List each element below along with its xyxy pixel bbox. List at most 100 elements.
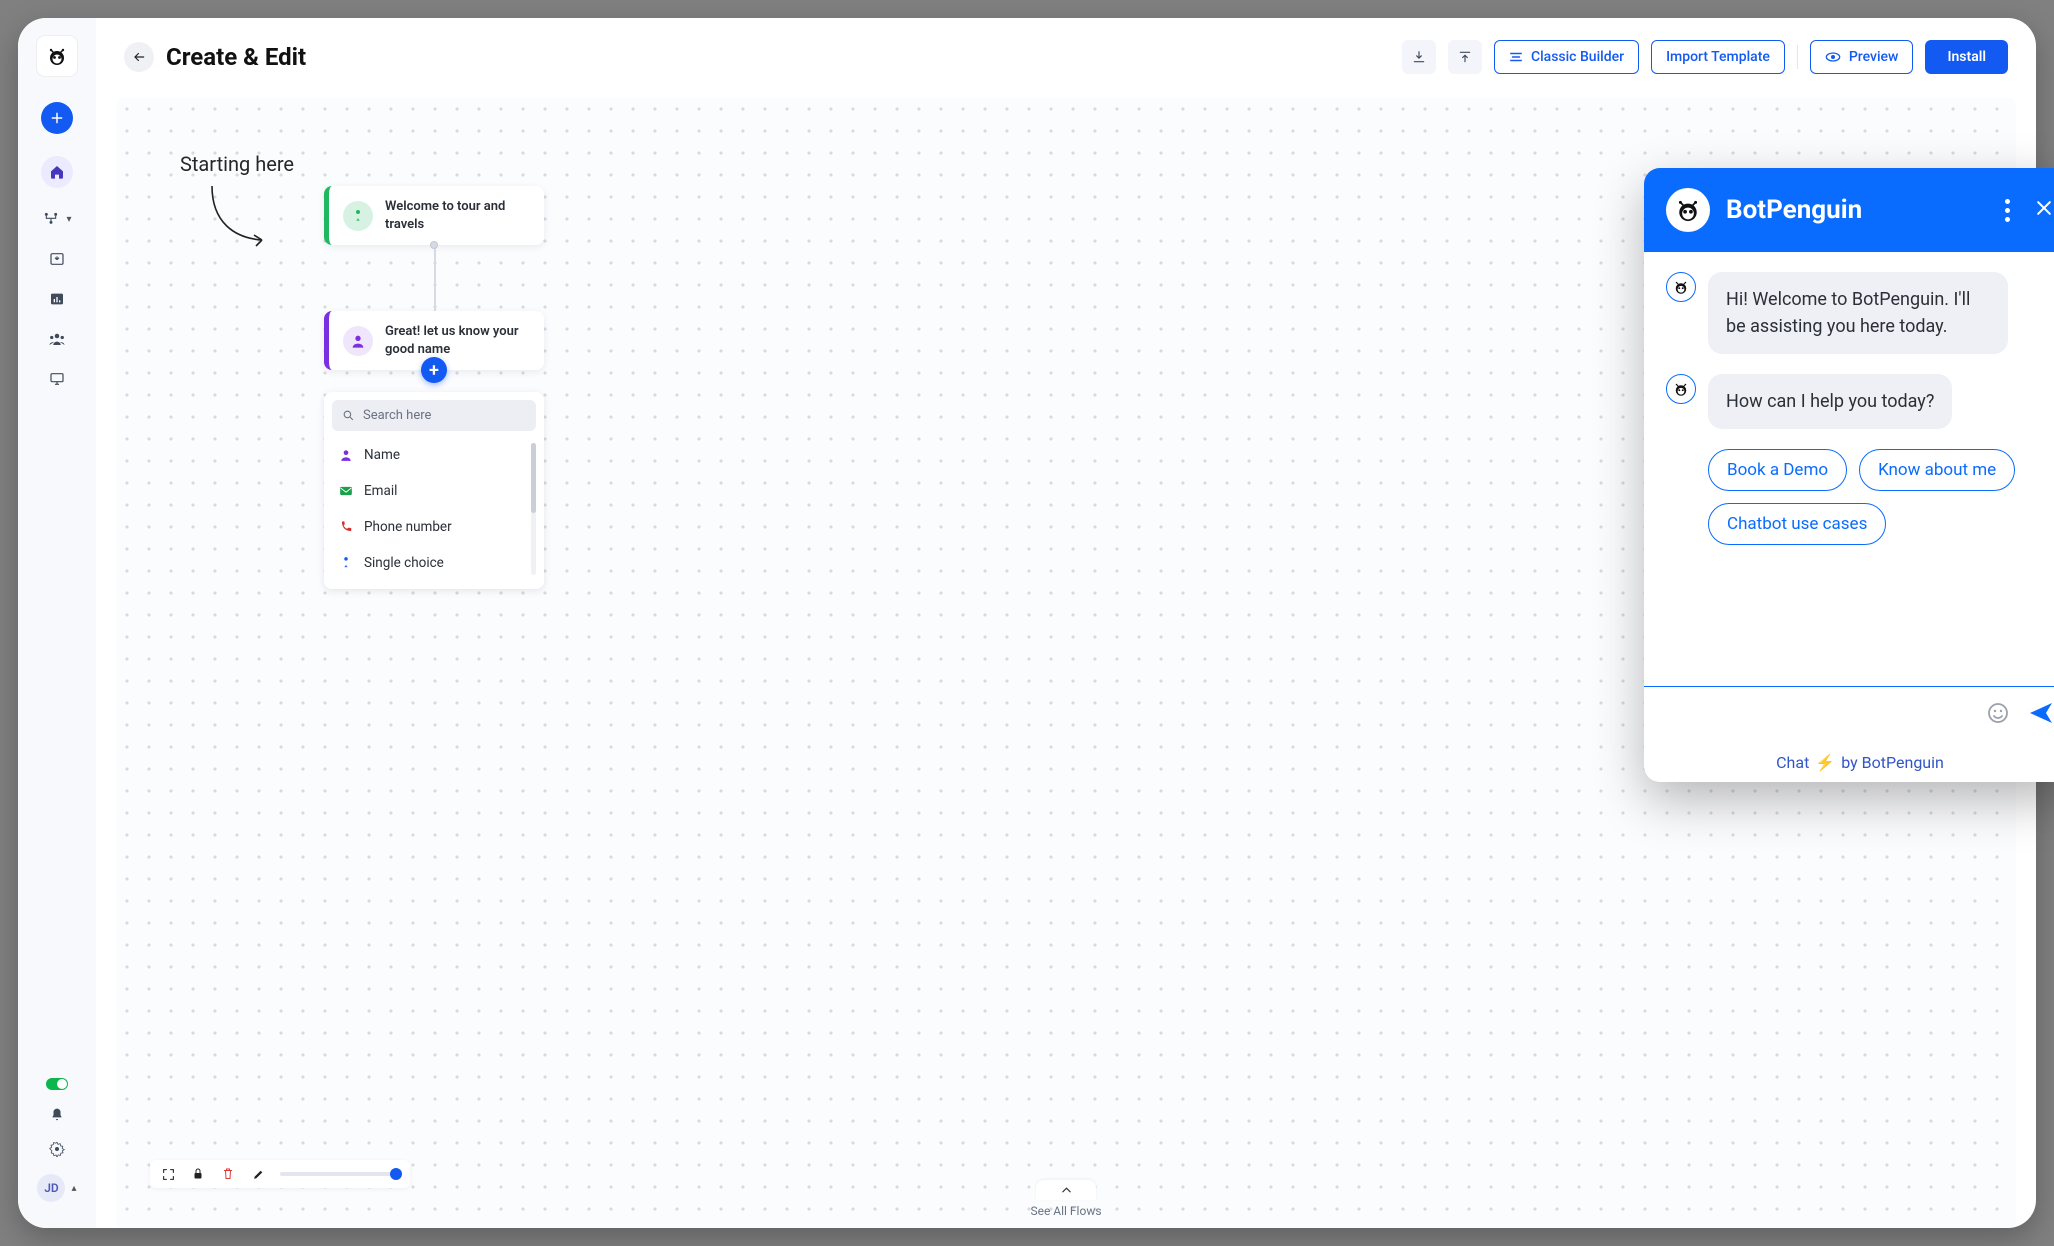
chevron-down-icon: ▾ [66, 214, 71, 225]
picker-search-placeholder: Search here [363, 408, 431, 423]
delete-button[interactable] [220, 1166, 236, 1182]
sidebar-notifications-button[interactable] [48, 1106, 66, 1124]
canvas-toolbar [150, 1160, 410, 1188]
chat-menu-button[interactable] [2005, 199, 2010, 222]
back-button[interactable] [124, 42, 154, 72]
picker-option-label: Phone number [364, 519, 452, 535]
classic-builder-button[interactable]: Classic Builder [1494, 40, 1639, 74]
sidebar-toggle[interactable] [46, 1078, 68, 1090]
person-icon [343, 326, 373, 356]
chat-message: Hi! Welcome to BotPenguin. I'll be assis… [1666, 272, 2054, 354]
upload-icon [1458, 50, 1472, 64]
chat-body: Hi! Welcome to BotPenguin. I'll be assis… [1644, 252, 2054, 686]
emoji-icon [1986, 701, 2010, 725]
sidebar-analytics-button[interactable] [48, 290, 66, 308]
starting-arrow-icon [204, 182, 284, 252]
touch-icon [343, 201, 373, 231]
sidebar-flows-button[interactable]: ▾ [42, 210, 71, 228]
preview-button[interactable]: Preview [1810, 40, 1914, 74]
picker-option-single-choice[interactable]: Single choice [332, 545, 528, 581]
chat-message-text: Hi! Welcome to BotPenguin. I'll be assis… [1708, 272, 2008, 354]
picker-option-email[interactable]: Email [332, 473, 528, 509]
flow-node-name-text: Great! let us know your good name [385, 323, 530, 358]
sidebar-home-button[interactable] [41, 156, 73, 188]
arrow-left-icon [132, 50, 146, 64]
zoom-slider-thumb[interactable] [390, 1168, 402, 1180]
send-icon [2028, 701, 2054, 725]
picker-list: Name Email Phone number Single choi [332, 437, 536, 581]
chat-input-bar [1644, 686, 2054, 742]
starting-here-label: Starting here [180, 152, 294, 176]
chat-message-avatar [1666, 374, 1696, 404]
chat-title: BotPenguin [1726, 195, 1862, 225]
sidebar-add-button[interactable] [41, 102, 73, 134]
topbar: Create & Edit Classic Builder Import Tem… [96, 18, 2036, 88]
sidebar-settings-button[interactable] [48, 1140, 66, 1158]
analytics-icon [49, 291, 65, 307]
chat-footer: Chat ⚡ by BotPenguin [1644, 742, 2054, 782]
search-icon [342, 409, 355, 422]
lock-button[interactable] [190, 1166, 206, 1182]
sidebar-user-menu[interactable]: JD ▴ [37, 1174, 76, 1202]
chat-emoji-button[interactable] [1986, 701, 2010, 729]
chevron-up-icon: ▴ [71, 1183, 76, 1194]
chat-footer-prefix: Chat [1776, 753, 1809, 772]
chevron-up-icon [1061, 1186, 1072, 1194]
list-icon [1509, 51, 1523, 63]
chat-message: How can I help you today? [1666, 374, 2054, 429]
flow-node-start-text: Welcome to tour and travels [385, 198, 530, 233]
eye-icon [1825, 51, 1841, 63]
picker-option-label: Email [364, 483, 397, 499]
quick-reply-button[interactable]: Book a Demo [1708, 449, 1847, 491]
picker-search[interactable]: Search here [332, 400, 536, 431]
sidebar-bottom: JD ▴ [37, 1078, 76, 1210]
import-template-label: Import Template [1666, 49, 1770, 65]
download-icon [1412, 50, 1426, 64]
add-node-button[interactable]: + [421, 357, 447, 383]
zoom-slider[interactable] [280, 1172, 400, 1176]
see-all-flows-toggle[interactable] [1036, 1180, 1096, 1200]
classic-builder-label: Classic Builder [1531, 49, 1624, 65]
preview-label: Preview [1849, 49, 1899, 65]
team-icon [48, 332, 66, 346]
chat-header-avatar [1666, 188, 1710, 232]
sidebar-inbox-button[interactable] [48, 250, 66, 268]
flow-connector [324, 245, 544, 311]
desktop-icon [49, 371, 65, 387]
close-icon [2034, 198, 2054, 218]
picker-option-name[interactable]: Name [332, 437, 528, 473]
fullscreen-button[interactable] [160, 1166, 176, 1182]
chat-message-avatar [1666, 272, 1696, 302]
chat-footer-suffix: by BotPenguin [1841, 753, 1944, 772]
page-title: Create & Edit [166, 43, 306, 71]
install-button[interactable]: Install [1925, 40, 2008, 74]
gear-icon [49, 1141, 65, 1157]
quick-replies: Book a Demo Know about me Chatbot use ca… [1708, 449, 2054, 545]
sidebar-team-button[interactable] [48, 330, 66, 348]
sidebar-desktop-button[interactable] [48, 370, 66, 388]
picker-scrollbar-thumb[interactable] [531, 443, 536, 513]
picker-option-phone[interactable]: Phone number [332, 509, 528, 545]
quick-reply-button[interactable]: Chatbot use cases [1708, 503, 1886, 545]
flow-icon [43, 211, 59, 227]
chat-send-button[interactable] [2028, 701, 2054, 729]
bolt-icon: ⚡ [1815, 753, 1835, 772]
tap-icon [338, 555, 354, 571]
see-all-flows: See All Flows [1006, 1180, 1126, 1228]
chat-close-button[interactable] [2034, 198, 2054, 222]
home-icon [49, 164, 65, 180]
penguin-icon [1672, 380, 1690, 398]
penguin-icon [1672, 278, 1690, 296]
download-button[interactable] [1402, 40, 1436, 74]
chat-header: BotPenguin [1644, 168, 2054, 252]
edit-button[interactable] [250, 1166, 266, 1182]
chat-header-actions [2005, 198, 2054, 222]
import-template-button[interactable]: Import Template [1651, 40, 1785, 74]
phone-icon [338, 520, 354, 534]
upload-button[interactable] [1448, 40, 1482, 74]
node-type-picker: Search here Name Email Pho [324, 392, 544, 589]
bell-icon [50, 1107, 64, 1123]
quick-reply-button[interactable]: Know about me [1859, 449, 2015, 491]
chat-message-text: How can I help you today? [1708, 374, 1952, 429]
flow-node-start[interactable]: Welcome to tour and travels [324, 186, 544, 245]
